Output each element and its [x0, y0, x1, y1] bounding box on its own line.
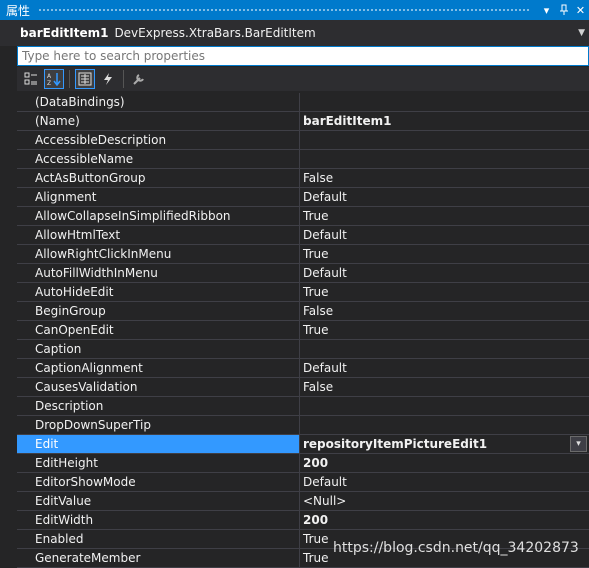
property-row[interactable]: Edit repositoryItemPictureEdit1 ▾: [17, 435, 589, 454]
property-name: DropDownSuperTip: [17, 416, 300, 434]
property-row[interactable]: AccessibleName: [17, 150, 589, 169]
property-name: AutoHideEdit: [17, 283, 300, 301]
property-row[interactable]: AutoFillWidthInMenu Default: [17, 264, 589, 283]
property-name: EditValue: [17, 492, 300, 510]
svg-text:Z: Z: [47, 80, 51, 86]
close-icon[interactable]: ✕: [572, 0, 589, 20]
object-selector[interactable]: barEditItem1 DevExpress.XtraBars.BarEdit…: [0, 20, 589, 46]
property-row[interactable]: Caption: [17, 340, 589, 359]
property-row[interactable]: Description: [17, 397, 589, 416]
property-value[interactable]: <Null>: [300, 492, 589, 510]
property-value[interactable]: [300, 340, 589, 358]
categorized-icon[interactable]: [21, 69, 41, 89]
property-value[interactable]: Default: [300, 359, 589, 377]
panel-title: 属性: [6, 3, 31, 18]
property-row[interactable]: Alignment Default: [17, 188, 589, 207]
property-row[interactable]: DropDownSuperTip: [17, 416, 589, 435]
property-value[interactable]: [300, 93, 589, 111]
property-name: AllowHtmlText: [17, 226, 300, 244]
property-name: CausesValidation: [17, 378, 300, 396]
property-name: BeginGroup: [17, 302, 300, 320]
property-value[interactable]: False: [300, 302, 589, 320]
property-grid: (DataBindings) (Name) barEditItem1 Accessib…: [17, 93, 589, 568]
property-name: AutoFillWidthInMenu: [17, 264, 300, 282]
pin-icon[interactable]: [555, 0, 572, 20]
property-name: EditorShowMode: [17, 473, 300, 491]
property-name: EditWidth: [17, 511, 300, 529]
property-name: ActAsButtonGroup: [17, 169, 300, 187]
property-pages-icon[interactable]: [129, 69, 149, 89]
property-toolbar: AZ: [17, 67, 589, 91]
property-row[interactable]: AutoHideEdit True: [17, 283, 589, 302]
property-row[interactable]: ActAsButtonGroup False: [17, 169, 589, 188]
properties-icon[interactable]: [75, 69, 95, 89]
property-value[interactable]: Default: [300, 473, 589, 491]
property-row[interactable]: EditWidth 200: [17, 511, 589, 530]
events-icon[interactable]: [98, 69, 118, 89]
property-value[interactable]: [300, 397, 589, 415]
property-row[interactable]: CaptionAlignment Default: [17, 359, 589, 378]
property-name: AllowRightClickInMenu: [17, 245, 300, 263]
property-name: Enabled: [17, 530, 300, 548]
alphabetical-icon[interactable]: AZ: [44, 69, 64, 89]
property-value[interactable]: 200: [300, 511, 589, 529]
object-type: DevExpress.XtraBars.BarEditItem: [114, 26, 316, 40]
property-value[interactable]: True: [300, 245, 589, 263]
property-value[interactable]: [300, 150, 589, 168]
property-row[interactable]: CausesValidation False: [17, 378, 589, 397]
property-row[interactable]: EditHeight 200: [17, 454, 589, 473]
property-name: AccessibleName: [17, 150, 300, 168]
property-value[interactable]: False: [300, 169, 589, 187]
property-name: Alignment: [17, 188, 300, 206]
property-row[interactable]: CanOpenEdit True: [17, 321, 589, 340]
property-value[interactable]: Default: [300, 226, 589, 244]
property-name: AllowCollapseInSimplifiedRibbon: [17, 207, 300, 225]
property-row[interactable]: (DataBindings): [17, 93, 589, 112]
object-name: barEditItem1: [20, 26, 109, 40]
property-value[interactable]: True: [300, 321, 589, 339]
property-value[interactable]: repositoryItemPictureEdit1: [300, 435, 589, 453]
property-value[interactable]: True: [300, 207, 589, 225]
property-value[interactable]: barEditItem1: [300, 112, 589, 130]
property-value[interactable]: Default: [300, 188, 589, 206]
property-value[interactable]: [300, 416, 589, 434]
property-name: CaptionAlignment: [17, 359, 300, 377]
property-name: (Name): [17, 112, 300, 130]
toolbar-separator: [123, 70, 124, 88]
property-name: Description: [17, 397, 300, 415]
property-value[interactable]: [300, 131, 589, 149]
property-row[interactable]: AccessibleDescription: [17, 131, 589, 150]
property-value[interactable]: True: [300, 283, 589, 301]
property-name: AccessibleDescription: [17, 131, 300, 149]
property-row[interactable]: EditorShowMode Default: [17, 473, 589, 492]
property-value[interactable]: False: [300, 378, 589, 396]
property-name: EditHeight: [17, 454, 300, 472]
property-name: Edit: [17, 435, 300, 453]
svg-text:A: A: [47, 73, 52, 80]
panel-title-bar: 属性 ▾ ✕: [0, 0, 589, 20]
dropdown-button[interactable]: ▾: [570, 436, 587, 452]
window-position-dropdown-icon[interactable]: ▾: [538, 0, 555, 20]
property-row[interactable]: EditValue <Null>: [17, 492, 589, 511]
property-value[interactable]: Default: [300, 264, 589, 282]
toolbar-separator: [69, 70, 70, 88]
property-value[interactable]: 200: [300, 454, 589, 472]
property-row[interactable]: AllowHtmlText Default: [17, 226, 589, 245]
property-name: (DataBindings): [17, 93, 300, 111]
property-row[interactable]: (Name) barEditItem1: [17, 112, 589, 131]
property-name: GenerateMember: [17, 549, 300, 567]
search-box[interactable]: [17, 46, 589, 66]
property-row[interactable]: AllowCollapseInSimplifiedRibbon True: [17, 207, 589, 226]
watermark: https://blog.csdn.net/qq_34202873: [333, 540, 579, 556]
search-input[interactable]: [22, 49, 588, 63]
property-row[interactable]: BeginGroup False: [17, 302, 589, 321]
grid-gutter: [0, 93, 17, 568]
property-name: CanOpenEdit: [17, 321, 300, 339]
chevron-down-icon[interactable]: ▼: [578, 28, 585, 38]
property-name: Caption: [17, 340, 300, 358]
title-grip: [38, 7, 530, 13]
property-row[interactable]: AllowRightClickInMenu True: [17, 245, 589, 264]
